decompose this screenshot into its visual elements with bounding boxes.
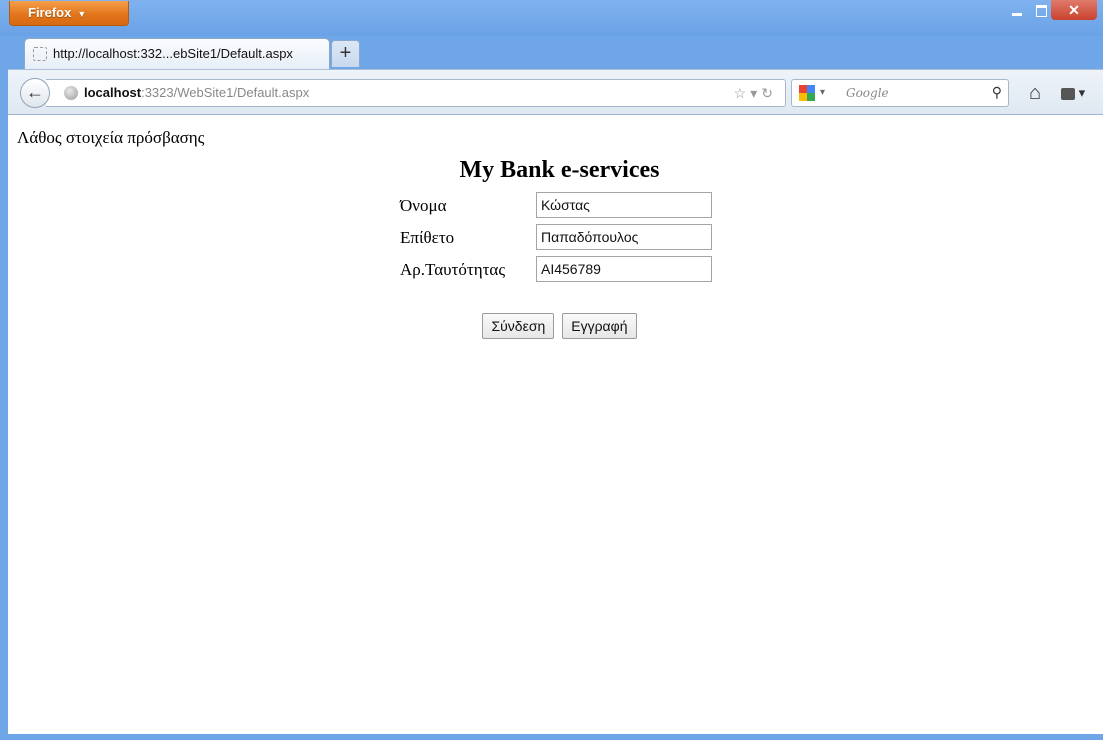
minimize-icon	[1012, 12, 1022, 16]
address-bar[interactable]: localhost:3323/WebSite1/Default.aspx ☆▾↻	[46, 79, 786, 107]
name-field[interactable]	[536, 192, 712, 218]
maximize-icon	[1035, 4, 1047, 17]
close-window-button[interactable]: ✕	[1051, 0, 1097, 20]
login-button[interactable]: Σύνδεση	[482, 313, 555, 339]
url-dropdown-icon[interactable]: ▾	[750, 85, 761, 101]
id-number-field[interactable]	[536, 256, 712, 282]
page-favicon-icon	[33, 47, 47, 61]
reload-icon[interactable]: ↻	[761, 85, 777, 101]
firefox-menu-label: Firefox	[28, 5, 72, 20]
url-host: localhost	[84, 85, 142, 100]
minimize-button[interactable]	[1002, 0, 1032, 20]
page-content: Λάθος στοιχεία πρόσβασης My Bank e-servi…	[8, 115, 1103, 734]
search-bar[interactable]: ▾ Google ⚲	[791, 79, 1009, 107]
site-identity-icon	[64, 86, 78, 100]
bookmarks-menu-icon[interactable]: ▾	[1061, 84, 1095, 102]
search-placeholder: Google	[846, 86, 889, 100]
home-icon[interactable]: ⌂	[1023, 82, 1047, 104]
search-engine-dropdown-icon[interactable]: ▾	[820, 80, 825, 106]
google-logo-icon	[799, 85, 815, 101]
bookmark-star-icon[interactable]: ☆	[734, 85, 751, 101]
page-title: My Bank e-services	[459, 157, 660, 183]
new-tab-button[interactable]: +	[331, 40, 360, 67]
name-label: Όνομα	[400, 196, 447, 215]
surname-field[interactable]	[536, 224, 712, 250]
navigation-toolbar: localhost:3323/WebSite1/Default.aspx ☆▾↻…	[8, 69, 1103, 115]
surname-label: Επίθετο	[400, 228, 455, 247]
back-button[interactable]: ←	[20, 78, 50, 108]
register-button[interactable]: Εγγραφή	[562, 313, 637, 339]
search-icon[interactable]: ⚲	[992, 80, 1002, 106]
plus-icon: +	[339, 42, 352, 64]
maximize-button[interactable]	[1032, 0, 1050, 20]
back-arrow-icon: ←	[26, 82, 44, 102]
url-path: :3323/WebSite1/Default.aspx	[141, 85, 310, 100]
id-number-label: Αρ.Ταυτότητας	[400, 260, 506, 279]
window-bottom-border	[0, 734, 1103, 740]
browser-tab[interactable]: http://localhost:332...ebSite1/Default.a…	[24, 38, 330, 69]
tab-title: http://localhost:332...ebSite1/Default.a…	[53, 46, 293, 61]
dropdown-arrow-icon: ▼	[77, 9, 87, 19]
error-message: Λάθος στοιχεία πρόσβασης	[17, 128, 205, 147]
form-buttons: Σύνδεση Εγγραφή	[8, 313, 1103, 339]
close-icon: ✕	[1068, 2, 1080, 18]
window-titlebar: Firefox ▼ ✕	[0, 0, 1103, 36]
firefox-menu-button[interactable]: Firefox ▼	[9, 1, 129, 26]
